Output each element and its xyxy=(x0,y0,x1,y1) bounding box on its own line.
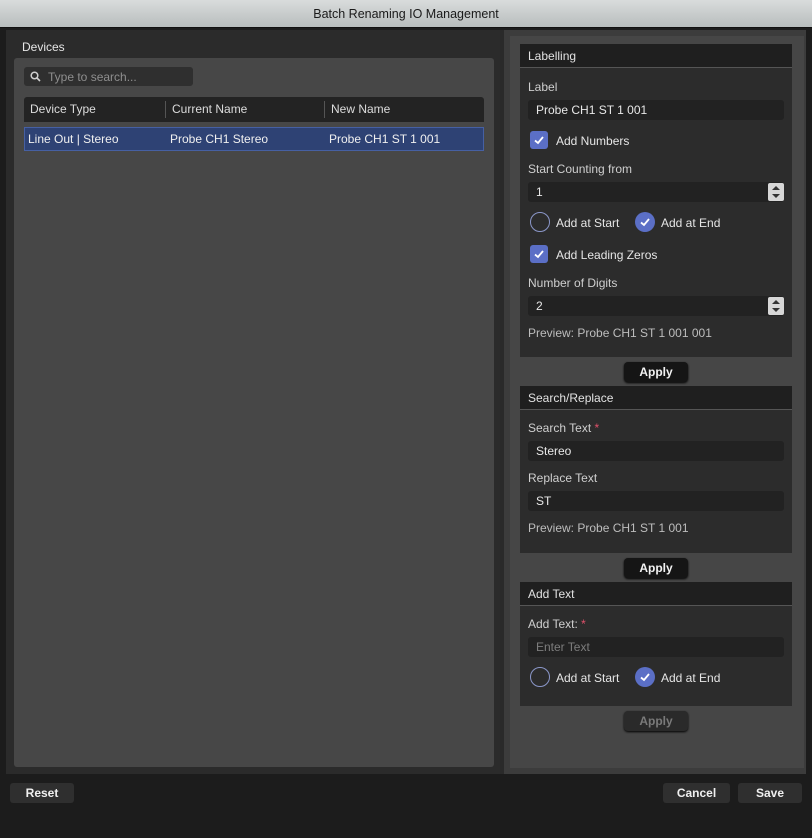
table-header: Device Type Current Name New Name xyxy=(24,97,484,122)
check-icon xyxy=(640,673,650,682)
leading-zeros-label: Add Leading Zeros xyxy=(556,248,658,262)
cell-device-type: Line Out | Stereo xyxy=(28,132,119,146)
digits-value: 2 xyxy=(536,299,543,313)
add-text-at-end-radio[interactable] xyxy=(635,667,655,687)
search-input[interactable] xyxy=(48,67,188,86)
cell-new-name: Probe CH1 ST 1 001 xyxy=(329,132,441,146)
cell-current-name: Probe CH1 Stereo xyxy=(170,132,269,146)
column-new-name[interactable]: New Name xyxy=(331,97,390,122)
add-text-caption: Add Text: * xyxy=(528,617,586,631)
devices-panel: Device Type Current Name New Name Line O… xyxy=(14,58,494,767)
add-text-at-end-label: Add at End xyxy=(661,671,721,685)
add-at-end-label: Add at End xyxy=(661,216,721,230)
leading-zeros-checkbox[interactable] xyxy=(530,245,548,263)
labelling-preview: Preview: Probe CH1 ST 1 001 001 xyxy=(528,326,712,340)
column-divider[interactable] xyxy=(165,101,166,118)
add-text-at-start-radio[interactable] xyxy=(530,667,550,687)
start-counting-caption: Start Counting from xyxy=(528,162,633,176)
add-text-title: Add Text xyxy=(520,582,792,606)
device-search[interactable] xyxy=(24,67,193,86)
search-text-field[interactable]: Stereo xyxy=(528,441,784,461)
add-text-at-start-label: Add at Start xyxy=(556,671,620,685)
search-text-caption: Search Text * xyxy=(528,421,599,435)
labelling-apply-button[interactable]: Apply xyxy=(624,362,688,382)
column-current-name[interactable]: Current Name xyxy=(172,97,247,122)
search-replace-preview: Preview: Probe CH1 ST 1 001 xyxy=(528,521,689,535)
add-text-caption-label: Add Text: xyxy=(528,617,578,631)
search-replace-title: Search/Replace xyxy=(520,386,792,410)
labelling-card: Labelling Label Probe CH1 ST 1 001 Add N… xyxy=(520,44,792,357)
search-replace-apply-button[interactable]: Apply xyxy=(624,558,688,578)
start-counting-field[interactable]: 1 xyxy=(528,182,784,202)
search-replace-card: Search/Replace Search Text * Stereo Repl… xyxy=(520,386,792,553)
digits-caption: Number of Digits xyxy=(528,276,618,290)
search-icon xyxy=(30,71,41,82)
window-title: Batch Renaming IO Management xyxy=(0,0,812,28)
table-row[interactable]: Line Out | Stereo Probe CH1 Stereo Probe… xyxy=(24,127,484,151)
labelling-title: Labelling xyxy=(520,44,792,68)
required-mark: * xyxy=(581,617,586,631)
add-text-card: Add Text Add Text: * Enter Text Add at S… xyxy=(520,582,792,706)
devices-table: Device Type Current Name New Name Line O… xyxy=(24,97,484,151)
add-numbers-checkbox[interactable] xyxy=(530,131,548,149)
add-text-apply-button[interactable]: Apply xyxy=(624,711,688,731)
label-caption: Label xyxy=(528,80,558,94)
reset-button[interactable]: Reset xyxy=(10,783,74,803)
start-counting-value: 1 xyxy=(536,185,543,199)
start-counting-spinner[interactable] xyxy=(768,183,784,201)
add-at-end-radio[interactable] xyxy=(635,212,655,232)
add-text-field[interactable]: Enter Text xyxy=(528,637,784,657)
devices-pane: Devices Device Type Current Name New Nam… xyxy=(6,30,500,774)
search-text-caption-label: Search Text xyxy=(528,421,592,435)
column-divider[interactable] xyxy=(324,101,325,118)
add-numbers-label: Add Numbers xyxy=(556,134,630,148)
add-at-start-label: Add at Start xyxy=(556,216,620,230)
label-field[interactable]: Probe CH1 ST 1 001 xyxy=(528,100,784,120)
check-icon xyxy=(640,218,650,227)
save-button[interactable]: Save xyxy=(738,783,802,803)
check-icon xyxy=(534,136,544,145)
add-at-start-radio[interactable] xyxy=(530,212,550,232)
digits-spinner[interactable] xyxy=(768,297,784,315)
check-icon xyxy=(534,250,544,259)
digits-field[interactable]: 2 xyxy=(528,296,784,316)
replace-text-field[interactable]: ST xyxy=(528,491,784,511)
required-mark: * xyxy=(594,421,600,435)
column-device-type[interactable]: Device Type xyxy=(30,97,96,122)
replace-text-caption: Replace Text xyxy=(528,471,598,485)
cancel-button[interactable]: Cancel xyxy=(663,783,730,803)
devices-title: Devices xyxy=(22,40,65,54)
